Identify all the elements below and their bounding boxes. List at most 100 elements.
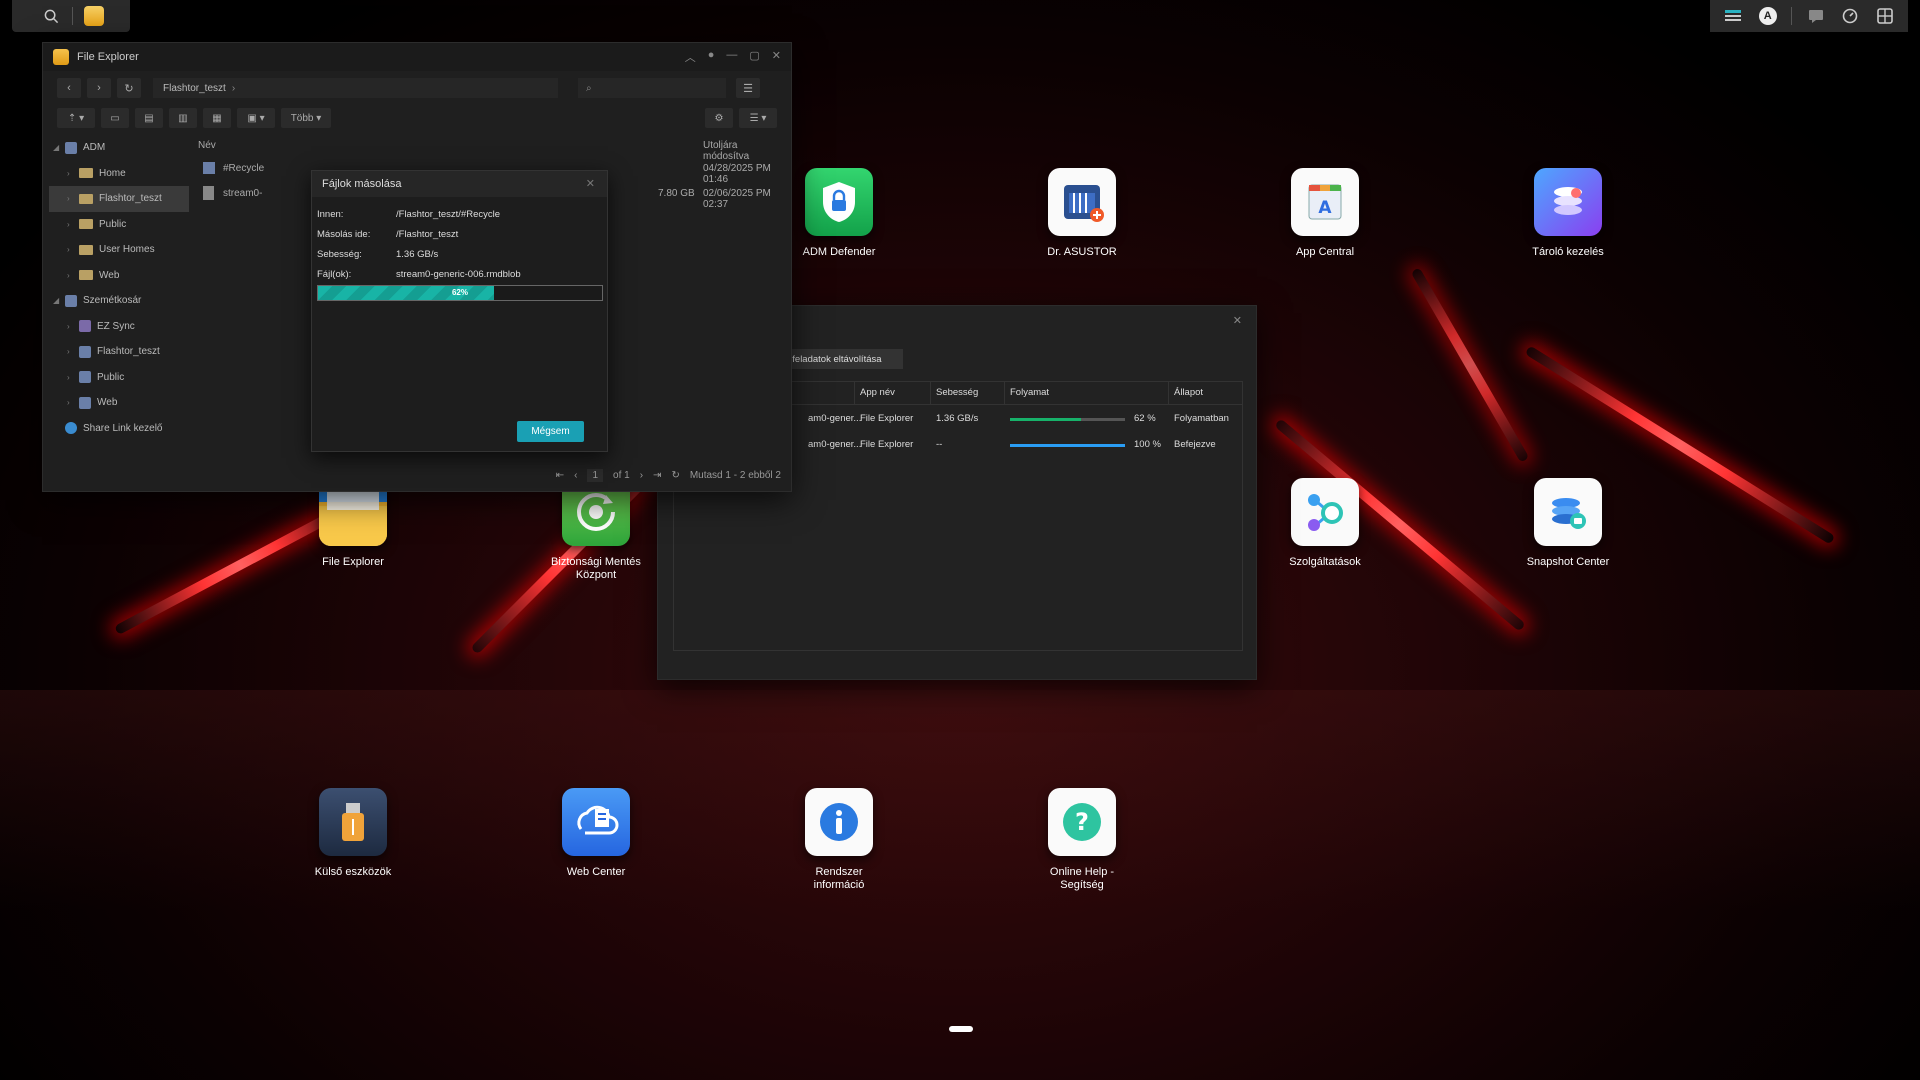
app-dr-asustor[interactable]: Dr. ASUSTOR — [1002, 168, 1162, 259]
new-folder-icon[interactable]: ▭ — [101, 108, 129, 128]
app-label: Szolgáltatások — [1289, 556, 1361, 568]
search-icon[interactable] — [40, 5, 62, 27]
window-titlebar[interactable]: File Explorer — [43, 43, 791, 71]
maximize-icon[interactable]: ▢ — [749, 49, 759, 65]
tree-item[interactable]: › Web — [49, 390, 189, 416]
column-header-name[interactable]: Név — [198, 140, 216, 151]
chevron-up-icon[interactable]: ︿ — [685, 49, 696, 65]
file-explorer-icon[interactable] — [83, 5, 105, 27]
tree-item[interactable]: ◢ ADM — [49, 135, 189, 161]
app-snapshot[interactable]: Snapshot Center — [1488, 478, 1648, 569]
tree-item[interactable]: › Public — [49, 212, 189, 238]
file-name: stream0- — [223, 188, 263, 199]
app-services[interactable]: Szolgáltatások — [1245, 478, 1405, 569]
view-options-icon[interactable]: ☰ ▾ — [739, 108, 777, 128]
app-external[interactable]: Külső eszközök — [273, 788, 433, 879]
tree-item-label: User Homes — [99, 244, 155, 256]
dock-indicator[interactable] — [949, 1026, 973, 1032]
page-input[interactable]: 1 — [587, 468, 604, 482]
expand-caret-icon[interactable]: › — [67, 398, 73, 407]
refresh-icon[interactable]: ↻ — [671, 470, 679, 481]
tree-item[interactable]: › Web — [49, 263, 189, 289]
tree-item[interactable]: › Home — [49, 161, 189, 187]
volume-icon — [65, 141, 77, 154]
usb-icon — [319, 788, 387, 856]
breadcrumb[interactable]: Flashtor_teszt › — [153, 78, 558, 98]
upload-icon[interactable]: ⇡ ▾ — [57, 108, 95, 128]
web-center-icon — [562, 788, 630, 856]
close-icon[interactable]: ✕ — [1233, 314, 1242, 327]
app-grid-icon[interactable] — [1874, 5, 1896, 27]
tree-item-label: Flashtor_teszt — [97, 346, 160, 358]
user-avatar-icon[interactable]: A — [1757, 5, 1779, 27]
expand-caret-icon[interactable]: › — [67, 169, 73, 178]
expand-caret-icon[interactable]: › — [67, 373, 73, 382]
copy-files-dialog: Fájlok másolása ✕ Innen: /Flashtor_teszt… — [311, 170, 608, 452]
task-app: File Explorer — [860, 413, 914, 424]
next-page-icon[interactable]: › — [640, 470, 643, 481]
task-monitor-icon[interactable] — [1722, 5, 1744, 27]
copy-icon[interactable]: ▤ — [135, 108, 163, 128]
message-icon[interactable] — [1805, 5, 1827, 27]
file-explorer-logo-icon — [53, 49, 69, 65]
tree-item[interactable]: › Flashtor_teszt — [49, 186, 189, 212]
task-name: am0-gener... — [808, 439, 862, 450]
refresh-icon[interactable]: ↻ — [117, 78, 141, 98]
pager-summary: Mutasd 1 - 2 ebből 2 — [689, 469, 781, 481]
task-progress-text: 100 % — [1134, 439, 1161, 450]
more-menu-button[interactable]: Több ▾ — [281, 108, 331, 128]
app-web-center[interactable]: Web Center — [516, 788, 676, 879]
folder-icon — [79, 193, 93, 204]
expand-caret-icon[interactable]: › — [67, 322, 73, 331]
tree-item[interactable]: Share Link kezelő — [49, 416, 189, 442]
tree-item[interactable]: › Public — [49, 365, 189, 391]
column-header-app: App név — [860, 387, 895, 398]
share-icon[interactable]: ▣ ▾ — [237, 108, 275, 128]
expand-caret-icon[interactable]: ◢ — [53, 296, 59, 305]
expand-caret-icon[interactable]: › — [67, 220, 73, 229]
services-icon — [1291, 478, 1359, 546]
app-backup[interactable]: Biztonsági Mentés Központ — [516, 478, 676, 582]
search-icon: ⌕ — [586, 82, 592, 94]
dashboard-icon[interactable] — [1839, 5, 1861, 27]
app-help[interactable]: ? Online Help - Segítség — [1002, 788, 1162, 892]
minimize-icon[interactable]: — — [726, 49, 737, 65]
file-modified: 04/28/2025 PM 01:46 — [703, 163, 771, 185]
task-status: Befejezve — [1174, 439, 1216, 450]
forward-icon[interactable]: › — [87, 78, 111, 98]
settings-gear-icon[interactable]: ⚙ — [705, 108, 733, 128]
to-label: Másolás ide: — [317, 229, 371, 240]
last-page-icon[interactable]: ⇥ — [653, 470, 661, 481]
progress-text: 62% — [451, 288, 468, 297]
back-icon[interactable]: ‹ — [57, 78, 81, 98]
close-icon[interactable]: ✕ — [772, 49, 781, 65]
delete-icon[interactable]: ▦ — [203, 108, 231, 128]
tree-item[interactable]: › EZ Sync — [49, 314, 189, 340]
task-progress-bar — [1010, 444, 1125, 447]
first-page-icon[interactable]: ⇤ — [556, 470, 564, 481]
app-sysinfo[interactable]: Rendszer információ — [759, 788, 919, 892]
close-icon[interactable]: ✕ — [586, 177, 595, 190]
cancel-button[interactable]: Mégsem — [517, 421, 584, 442]
volume-icon — [79, 320, 91, 333]
expand-caret-icon[interactable]: › — [67, 245, 73, 254]
tree-item-label: Flashtor_teszt — [99, 193, 162, 205]
tree-item[interactable]: ◢ Szemétkosár — [49, 288, 189, 314]
help-circle-icon[interactable]: ● — [708, 49, 715, 65]
tree-item[interactable]: › User Homes — [49, 237, 189, 263]
server-plus-icon — [1048, 168, 1116, 236]
prev-page-icon[interactable]: ‹ — [574, 470, 577, 481]
search-input[interactable]: ⌕ — [578, 78, 726, 98]
tree-item[interactable]: › Flashtor_teszt — [49, 339, 189, 365]
move-icon[interactable]: ▥ — [169, 108, 197, 128]
app-app-central[interactable]: A App Central — [1245, 168, 1405, 259]
app-storage[interactable]: Tároló kezelés — [1488, 168, 1648, 259]
navigation-bar: ‹ › ↻ Flashtor_teszt › ⌕ ☰ — [57, 77, 777, 99]
remove-tasks-button[interactable]: t feladatok eltávolítása — [783, 349, 903, 369]
expand-caret-icon[interactable]: › — [67, 347, 73, 356]
expand-caret-icon[interactable]: ◢ — [53, 143, 59, 152]
expand-caret-icon[interactable]: › — [67, 194, 73, 203]
expand-caret-icon[interactable]: › — [67, 271, 73, 280]
list-view-icon[interactable]: ☰ — [736, 78, 760, 98]
file-name: #Recycle — [223, 163, 265, 174]
